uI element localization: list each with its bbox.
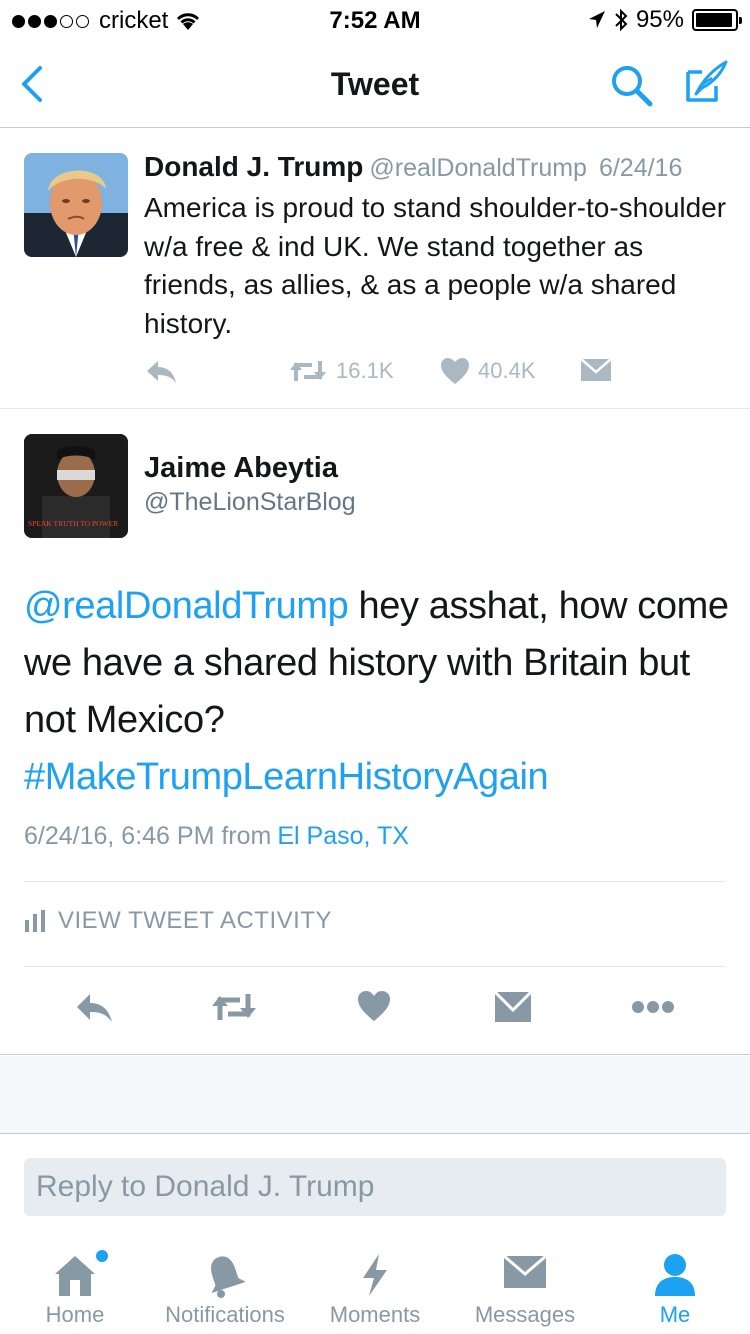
battery-percent: 95%: [635, 6, 684, 33]
tweet-timestamp: 6/24/16, 6:46 PM from: [24, 822, 272, 850]
tweet-date: 6/24/16: [598, 154, 683, 182]
author-name[interactable]: Jaime Abeytia: [144, 452, 338, 485]
tab-moments[interactable]: Moments: [300, 1238, 450, 1334]
retweet-button[interactable]: 16.1K: [288, 357, 394, 385]
reply-button[interactable]: [144, 357, 178, 385]
author-handle[interactable]: @TheLionStarBlog: [144, 488, 356, 517]
direct-message-button[interactable]: [580, 357, 612, 383]
bluetooth-icon: [615, 8, 628, 32]
tab-home[interactable]: Home: [0, 1238, 150, 1334]
avatar-caption: SPEAK TRUTH TO POWER: [28, 519, 118, 528]
tab-label: Moments: [329, 1302, 421, 1327]
tweet-text: @realDonaldTrump hey asshat, how come we…: [24, 578, 734, 806]
empty-replies-area: [0, 1056, 750, 1134]
envelope-icon: [580, 358, 612, 381]
reply-icon[interactable]: [74, 990, 114, 1024]
tab-messages[interactable]: Messages: [450, 1238, 600, 1334]
lightning-icon: [363, 1254, 387, 1296]
bell-icon: [211, 1256, 246, 1298]
tweet-header: Donald J. Trump @realDonaldTrump 6/24/16: [144, 151, 682, 183]
navigation-bar: Tweet: [0, 40, 750, 128]
tweet-actions: [0, 990, 750, 1030]
tab-label: Me: [659, 1302, 691, 1327]
envelope-icon[interactable]: [494, 990, 532, 1024]
like-count: 40.4K: [478, 358, 536, 383]
search-icon[interactable]: [608, 62, 656, 110]
divider: [24, 966, 725, 967]
tweet-actions: 16.1K 40.4K: [144, 357, 724, 389]
heart-icon: [441, 358, 469, 384]
bar-chart-icon: [25, 910, 45, 932]
main-tweet: SPEAK TRUTH TO POWER Jaime Abeytia @TheL…: [0, 410, 750, 1055]
tab-me[interactable]: Me: [600, 1238, 750, 1334]
tab-notifications[interactable]: Notifications: [150, 1238, 300, 1334]
retweet-icon: [290, 361, 326, 381]
location-arrow-icon: [588, 11, 605, 28]
author-handle[interactable]: @realDonaldTrump: [369, 154, 587, 182]
tab-bar: Home Notifications Moments Messages Me: [0, 1238, 750, 1334]
battery-icon: [692, 9, 742, 31]
tab-label: Home: [45, 1302, 105, 1327]
retweet-count: 16.1K: [336, 358, 394, 383]
avatar[interactable]: SPEAK TRUTH TO POWER: [24, 434, 128, 538]
compose-tweet-icon[interactable]: [682, 58, 730, 106]
reply-composer: [0, 1135, 750, 1237]
retweet-icon[interactable]: [210, 990, 258, 1024]
location-link[interactable]: El Paso, TX: [277, 822, 409, 850]
reply-icon: [147, 361, 176, 383]
view-tweet-activity-button[interactable]: VIEW TWEET ACTIVITY: [24, 907, 332, 935]
avatar[interactable]: [24, 153, 128, 257]
reply-input[interactable]: [24, 1158, 726, 1216]
more-icon[interactable]: [631, 990, 675, 1024]
divider: [24, 881, 725, 882]
like-button[interactable]: 40.4K: [440, 357, 536, 385]
tweet-meta: 6/24/16, 6:46 PM from El Paso, TX: [24, 822, 409, 851]
hashtag-link[interactable]: #MakeTrumpLearnHistoryAgain: [24, 756, 549, 798]
heart-icon[interactable]: [357, 990, 391, 1022]
author-name[interactable]: Donald J. Trump: [144, 151, 363, 182]
unread-dot: [96, 1250, 108, 1262]
status-bar: cricket 7:52 AM 95%: [0, 0, 750, 40]
tab-label: Messages: [474, 1302, 576, 1327]
parent-tweet[interactable]: Donald J. Trump @realDonaldTrump 6/24/16 A…: [0, 129, 750, 409]
activity-label: VIEW TWEET ACTIVITY: [58, 907, 332, 934]
mention-link[interactable]: @realDonaldTrump: [24, 585, 349, 627]
tab-label: Notifications: [165, 1302, 285, 1327]
tweet-text: America is proud to stand shoulder-to-sh…: [144, 192, 727, 339]
status-right: 95%: [588, 6, 742, 34]
envelope-icon: [503, 1254, 547, 1288]
home-icon: [55, 1256, 95, 1296]
person-icon: [655, 1254, 695, 1296]
